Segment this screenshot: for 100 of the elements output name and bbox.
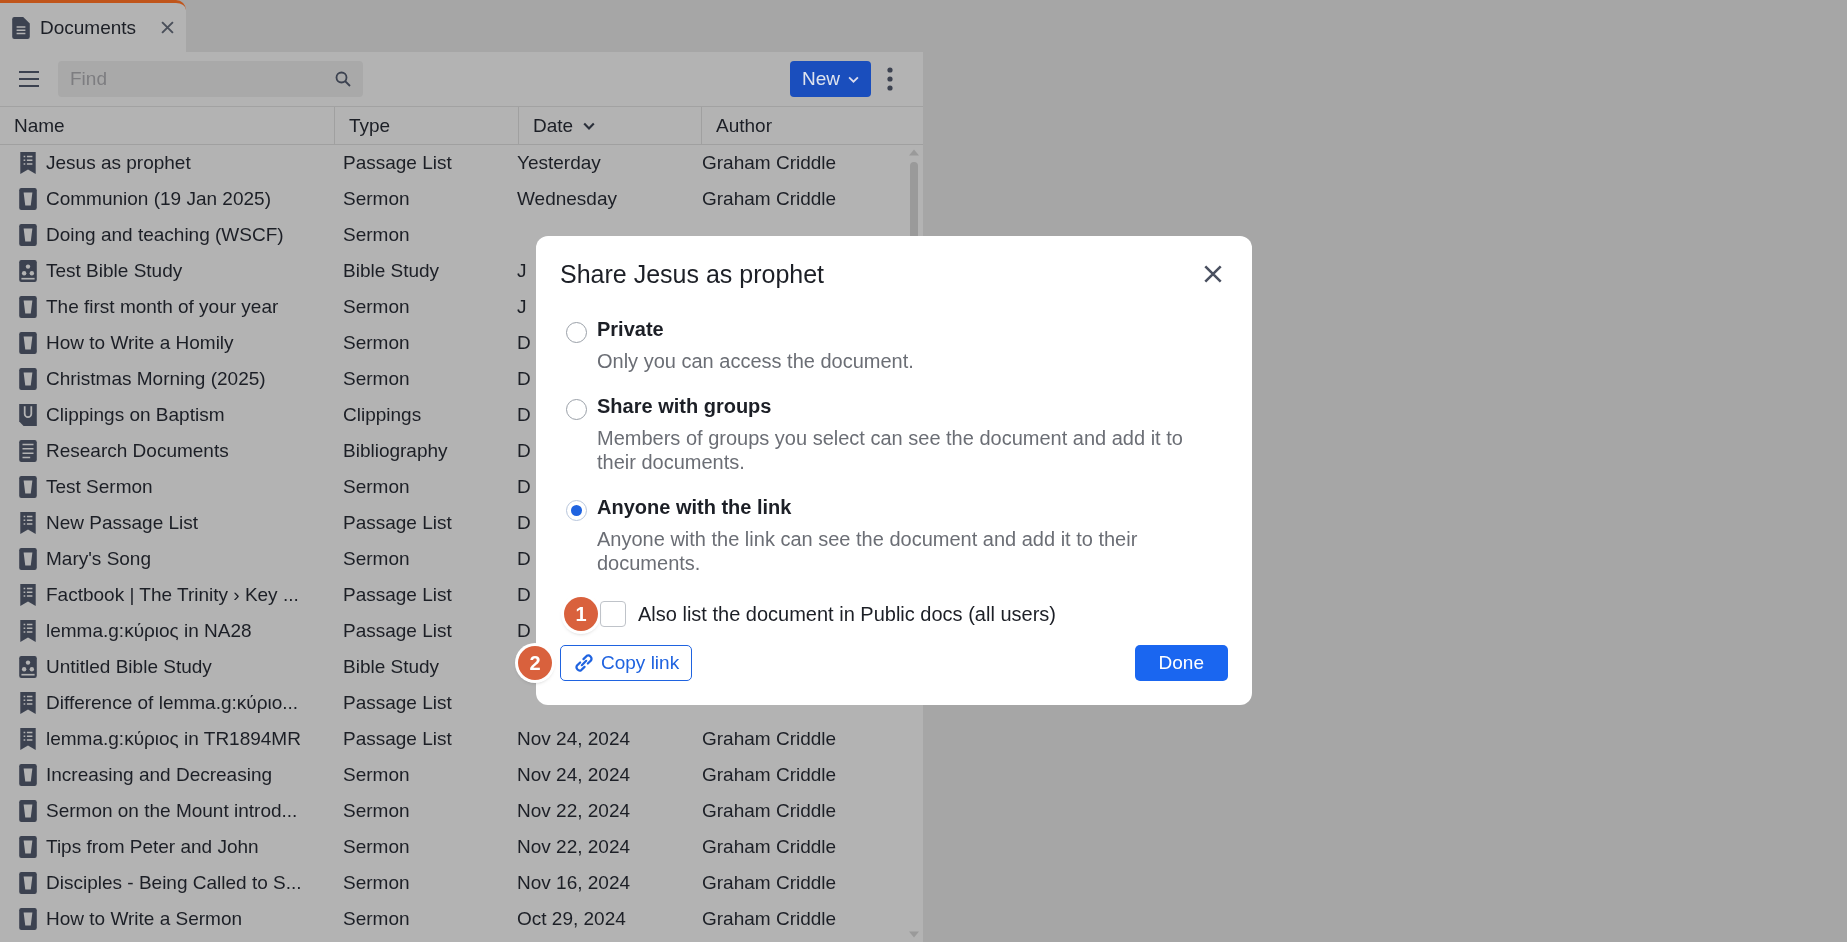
- search-icon[interactable]: [335, 71, 351, 87]
- list-bookmark-icon: [19, 620, 37, 642]
- document-name[interactable]: lemma.g:κύριος in TR1894MR: [46, 728, 301, 750]
- cup-icon: [19, 368, 37, 390]
- table-cell: Nov 24, 2024: [517, 764, 631, 786]
- document-name[interactable]: Mary's Song: [46, 548, 151, 570]
- document-name[interactable]: How to Write a Homily: [46, 332, 234, 354]
- document-name[interactable]: lemma.g:κύριος in NA28: [46, 620, 252, 642]
- table-cell: D: [517, 368, 531, 390]
- table-cell: Sermon: [343, 332, 410, 354]
- people-icon: [19, 260, 37, 282]
- document-name[interactable]: Test Bible Study: [46, 260, 183, 282]
- list-bookmark-icon: [19, 692, 37, 714]
- new-button[interactable]: New: [790, 61, 871, 97]
- table-cell: D: [517, 332, 531, 354]
- table-cell: Passage List: [343, 728, 452, 750]
- cup-icon: [19, 548, 37, 570]
- cup-icon: [19, 908, 37, 930]
- clip-icon: [19, 404, 37, 426]
- list-bookmark-icon: [19, 728, 37, 750]
- table-cell: Sermon: [343, 908, 410, 930]
- caret-icon: [848, 75, 859, 83]
- document-name[interactable]: Clippings on Baptism: [46, 404, 225, 426]
- copy-link-button[interactable]: Copy link: [560, 645, 693, 681]
- table-cell: Graham Criddle: [702, 728, 837, 750]
- table-cell: Graham Criddle: [702, 800, 837, 822]
- checkbox[interactable]: [600, 601, 626, 627]
- done-button[interactable]: Done: [1134, 645, 1228, 681]
- cup-icon: [19, 800, 37, 822]
- document-name[interactable]: Communion (19 Jan 2025): [46, 188, 271, 210]
- cup-icon: [19, 872, 37, 894]
- column-header[interactable]: Name: [0, 107, 335, 144]
- document-name[interactable]: New Passage List: [46, 512, 199, 534]
- document-name[interactable]: Christmas Morning (2025): [46, 368, 266, 390]
- document-name[interactable]: Increasing and Decreasing: [46, 764, 273, 786]
- table-cell: Sermon: [343, 224, 410, 246]
- document-name[interactable]: Untitled Bible Study: [46, 656, 212, 678]
- table-cell: Passage List: [343, 620, 452, 642]
- menu-icon[interactable]: [18, 70, 40, 88]
- table-cell: Wednesday: [517, 188, 617, 210]
- table-cell: Nov 16, 2024: [517, 872, 631, 894]
- document-name[interactable]: Tips from Peter and John: [46, 836, 259, 858]
- table-cell: Oct 29, 2024: [517, 908, 626, 930]
- document-name[interactable]: Difference of lemma.g:κύριο...: [46, 692, 299, 714]
- table-cell: Sermon: [343, 800, 410, 822]
- list-bookmark-icon: [19, 152, 37, 174]
- list-bookmark-icon: [19, 584, 37, 606]
- cup-icon: [19, 764, 37, 786]
- option-description: Members of groups you select can see the document and add it to their documents.: [597, 426, 1184, 474]
- document-name[interactable]: Jesus as prophet: [46, 152, 191, 174]
- documents-tab[interactable]: Documents: [0, 0, 186, 52]
- table-cell: Nov 22, 2024: [517, 800, 631, 822]
- document-name[interactable]: Doing and teaching (WSCF): [46, 224, 284, 246]
- table-cell: Bibliography: [343, 440, 448, 462]
- option-label[interactable]: Anyone with the link: [597, 496, 1207, 519]
- column-header[interactable]: Author: [702, 107, 923, 144]
- table-cell: Bible Study: [343, 260, 440, 282]
- cup-icon: [19, 332, 37, 354]
- table-cell: Yesterday: [517, 152, 601, 174]
- people-icon: [19, 656, 37, 678]
- close-icon[interactable]: [161, 21, 174, 34]
- document-name[interactable]: Research Documents: [46, 440, 229, 462]
- checkbox-label[interactable]: Also list the document in Public docs (all users): [638, 602, 1056, 626]
- document-name[interactable]: Test Sermon: [46, 476, 153, 498]
- table-cell: Sermon: [343, 296, 410, 318]
- table-cell: Graham Criddle: [702, 152, 837, 174]
- table-cell: Sermon: [343, 188, 410, 210]
- cup-icon: [19, 476, 37, 498]
- table-cell: Nov 22, 2024: [517, 836, 631, 858]
- table-cell: Passage List: [343, 512, 452, 534]
- document-name[interactable]: Sermon on the Mount introd...: [46, 800, 298, 822]
- cup-icon: [19, 188, 37, 210]
- document-name[interactable]: How to Write a Sermon: [46, 908, 243, 930]
- column-header[interactable]: Date: [519, 107, 702, 144]
- document-name[interactable]: Disciples - Being Called to S...: [46, 872, 302, 894]
- table-cell: Clippings: [343, 404, 422, 426]
- table-cell: D: [517, 584, 531, 606]
- option-label[interactable]: Private: [597, 318, 914, 341]
- table-cell: Graham Criddle: [702, 836, 837, 858]
- text-document-icon: [19, 440, 37, 462]
- more-icon[interactable]: [887, 67, 893, 91]
- cup-icon: [19, 836, 37, 858]
- table-cell: Sermon: [343, 836, 410, 858]
- table-cell: Sermon: [343, 368, 410, 390]
- link-icon: [573, 652, 595, 674]
- table-cell: Graham Criddle: [702, 872, 837, 894]
- close-icon[interactable]: [1204, 265, 1222, 283]
- document-name[interactable]: The first month of your year: [46, 296, 279, 318]
- dialog-title: Share Jesus as prophet: [560, 259, 825, 289]
- table-cell: Sermon: [343, 548, 410, 570]
- table-cell: D: [517, 404, 531, 426]
- document-name[interactable]: Factbook | The Trinity › Key ...: [46, 584, 299, 606]
- list-bookmark-icon: [19, 512, 37, 534]
- table-cell: D: [517, 620, 531, 642]
- table-cell: Bible Study: [343, 656, 440, 678]
- tab-title: Documents: [40, 16, 137, 39]
- table-cell: Passage List: [343, 692, 452, 714]
- option-label[interactable]: Share with groups: [597, 395, 1207, 418]
- column-header[interactable]: Type: [335, 107, 519, 144]
- table-cell: Sermon: [343, 872, 410, 894]
